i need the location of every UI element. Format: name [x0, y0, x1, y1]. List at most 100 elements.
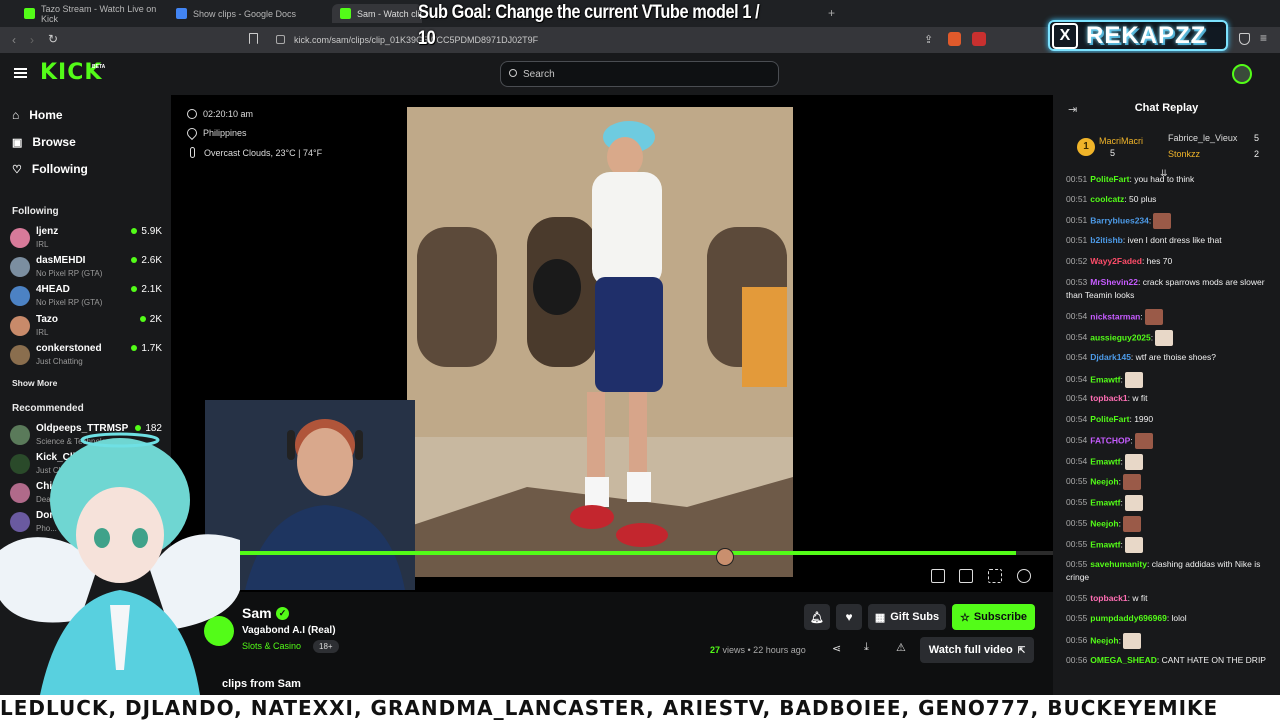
- chat-text: :: [1140, 311, 1143, 322]
- tab-sam-clips[interactable]: Sam - Watch clips o: [332, 4, 422, 23]
- brave-shield-icon[interactable]: [948, 32, 961, 46]
- theater-mode-icon[interactable]: [959, 569, 973, 583]
- subscribe-button[interactable]: ☆ Subscribe: [952, 604, 1035, 630]
- chat-username[interactable]: topback1: [1090, 393, 1127, 403]
- scrubber-thumb[interactable]: [716, 548, 734, 566]
- share-icon[interactable]: ⋖: [832, 642, 841, 655]
- chat-text: : w fit: [1127, 393, 1148, 403]
- new-tab-icon[interactable]: +: [828, 6, 835, 20]
- chat-text: :: [1120, 539, 1123, 550]
- avatar: [10, 257, 30, 277]
- sidebar-item-browse[interactable]: ▣ Browse: [12, 135, 76, 149]
- leader-name[interactable]: MacriMacri: [1099, 136, 1143, 146]
- share-icon[interactable]: ⇪: [924, 33, 933, 46]
- tab-tazo-stream[interactable]: Tazo Stream - Watch Live on Kick: [16, 4, 166, 24]
- clip-category[interactable]: Slots & Casino: [242, 641, 301, 651]
- leader-name[interactable]: Stonkzz: [1168, 149, 1200, 159]
- miniplayer-icon[interactable]: [931, 569, 945, 583]
- thermometer-icon: [190, 147, 195, 158]
- chat-username[interactable]: coolcatz: [1090, 194, 1124, 204]
- emote-icon: [1124, 454, 1143, 470]
- chat-username[interactable]: Emawtf: [1090, 374, 1120, 384]
- sidebar-item-home[interactable]: ⌂ Home: [12, 108, 63, 122]
- chat-username[interactable]: Emawtf: [1090, 456, 1120, 466]
- rewards-icon[interactable]: [972, 32, 986, 46]
- chat-message: 00:51 Barryblues234:: [1066, 213, 1266, 229]
- chat-username[interactable]: Emawtf: [1090, 539, 1120, 549]
- chat-username[interactable]: Neejoh: [1090, 518, 1118, 528]
- chat-message: 00:56 OMEGA_SHEAD: CANT HATE ON THE DRIP: [1066, 654, 1266, 667]
- download-icon[interactable]: ⤓: [864, 641, 869, 654]
- chat-message: 00:54 aussieguy2025:: [1066, 330, 1266, 346]
- chat-username[interactable]: OMEGA_SHEAD: [1090, 655, 1157, 665]
- chat-text: : lolol: [1166, 613, 1187, 623]
- chat-timestamp: 00:51: [1066, 235, 1088, 245]
- bell-icon: 🔔︎: [810, 611, 824, 624]
- hamburger-menu-icon[interactable]: [14, 68, 27, 78]
- following-channel-tazo[interactable]: Tazo IRL 2K: [10, 314, 162, 342]
- vpn-shield-icon[interactable]: [1239, 33, 1250, 45]
- user-avatar[interactable]: [1232, 64, 1252, 84]
- watch-full-video-button[interactable]: Watch full video ⇱: [920, 637, 1034, 663]
- emote-icon: [1124, 372, 1143, 388]
- report-icon[interactable]: ⚠: [896, 641, 906, 654]
- chat-username[interactable]: savehumanity: [1090, 559, 1147, 569]
- chat-timestamp: 00:54: [1066, 332, 1088, 343]
- chat-username[interactable]: Barryblues234: [1090, 215, 1149, 225]
- clip-video-frame[interactable]: [407, 107, 793, 577]
- chat-username[interactable]: aussieguy2025: [1090, 332, 1150, 342]
- show-more-link[interactable]: Show More: [12, 378, 57, 388]
- chat-username[interactable]: MrShevin22: [1090, 277, 1138, 287]
- chat-username[interactable]: pumpdaddy696969: [1090, 613, 1167, 623]
- chat-username[interactable]: topback1: [1090, 593, 1127, 603]
- following-channel-conkerstoned[interactable]: conkerstoned Just Chatting 1.7K: [10, 343, 162, 371]
- leader-name[interactable]: Fabrice_le_Vieux: [1168, 133, 1237, 143]
- heart-icon: ♡: [12, 163, 22, 176]
- menu-icon[interactable]: ≡: [1260, 31, 1267, 45]
- following-channel-4head[interactable]: 4HEAD No Pixel RP (GTA) 2.1K: [10, 284, 162, 312]
- location-pin-icon: [184, 125, 200, 141]
- chat-text: : hes 70: [1141, 256, 1173, 266]
- following-channel-dasmehdi[interactable]: dasMEHDI No Pixel RP (GTA) 2.6K: [10, 255, 162, 283]
- chat-username[interactable]: PoliteFart: [1090, 414, 1129, 424]
- follow-button[interactable]: ♥: [836, 604, 862, 630]
- x-handle: REKAPZZ: [1086, 21, 1207, 49]
- channel-category: IRL: [36, 328, 49, 337]
- chat-timestamp: 00:56: [1066, 655, 1088, 665]
- chat-text: :: [1150, 332, 1154, 343]
- chat-username[interactable]: b2itishb: [1090, 235, 1123, 245]
- reload-icon[interactable]: ↻: [48, 32, 58, 46]
- settings-icon[interactable]: [1017, 569, 1031, 583]
- chat-username[interactable]: Emawtf: [1090, 497, 1120, 507]
- streamer-name[interactable]: Sam: [242, 605, 272, 621]
- chat-username[interactable]: PoliteFart: [1090, 174, 1129, 184]
- chat-username[interactable]: nickstarman: [1090, 311, 1140, 321]
- chat-timestamp: 00:55: [1066, 613, 1088, 623]
- forward-icon[interactable]: ›: [30, 33, 34, 47]
- chat-username[interactable]: Wayy2Faded: [1090, 256, 1142, 266]
- bookmark-icon[interactable]: [249, 33, 258, 44]
- site-info-icon[interactable]: [276, 35, 285, 44]
- tab-google-docs[interactable]: Show clips - Google Docs: [168, 4, 328, 23]
- leader-count: 5: [1110, 148, 1116, 158]
- fullscreen-icon[interactable]: [988, 569, 1002, 583]
- chat-text: : 50 plus: [1124, 194, 1157, 204]
- back-icon[interactable]: ‹: [12, 33, 16, 47]
- gift-subs-button[interactable]: ▦ Gift Subs: [868, 604, 946, 630]
- sidebar-item-following[interactable]: ♡ Following: [12, 162, 88, 176]
- chat-username[interactable]: Djdark145: [1090, 352, 1131, 362]
- chat-username[interactable]: Neejoh: [1090, 635, 1118, 645]
- following-channel-ljenz[interactable]: ljenz IRL 5.9K: [10, 226, 162, 254]
- chat-timestamp: 00:51: [1066, 174, 1088, 184]
- chat-username[interactable]: Neejoh: [1090, 476, 1118, 486]
- notification-button[interactable]: 🔔︎: [804, 604, 830, 630]
- chat-message: 00:54 PoliteFart: 1990: [1066, 413, 1266, 426]
- chat-message: 00:54 FATCHOP:: [1066, 433, 1266, 449]
- home-icon: ⌂: [12, 108, 20, 122]
- clock-icon: [187, 109, 197, 119]
- chat-message: 00:55 Neejoh:: [1066, 474, 1266, 490]
- search-input[interactable]: Search: [500, 61, 779, 87]
- chat-message: 00:54 Djdark145: wtf are thoise shoes?: [1066, 351, 1266, 364]
- url-field[interactable]: kick.com/sam/clips/clip_01K39G5WCC5PDMD8…: [270, 31, 990, 49]
- chat-username[interactable]: FATCHOP: [1090, 435, 1130, 445]
